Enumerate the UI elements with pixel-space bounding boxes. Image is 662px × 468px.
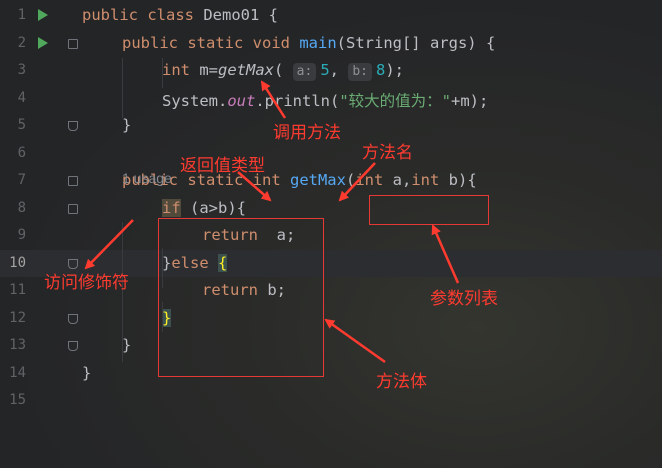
arrow-param-list [431,224,460,284]
annotation-arrows [84,80,460,364]
arrow-method-body [324,318,386,364]
arrow-access-modifier [84,219,134,270]
arrow-return-type [237,171,272,202]
code-editor[interactable]: 1 public class Demo01 {2 public static voi… [0,0,662,468]
arrow-method-name [338,162,376,202]
arrow-call-method [260,80,287,119]
